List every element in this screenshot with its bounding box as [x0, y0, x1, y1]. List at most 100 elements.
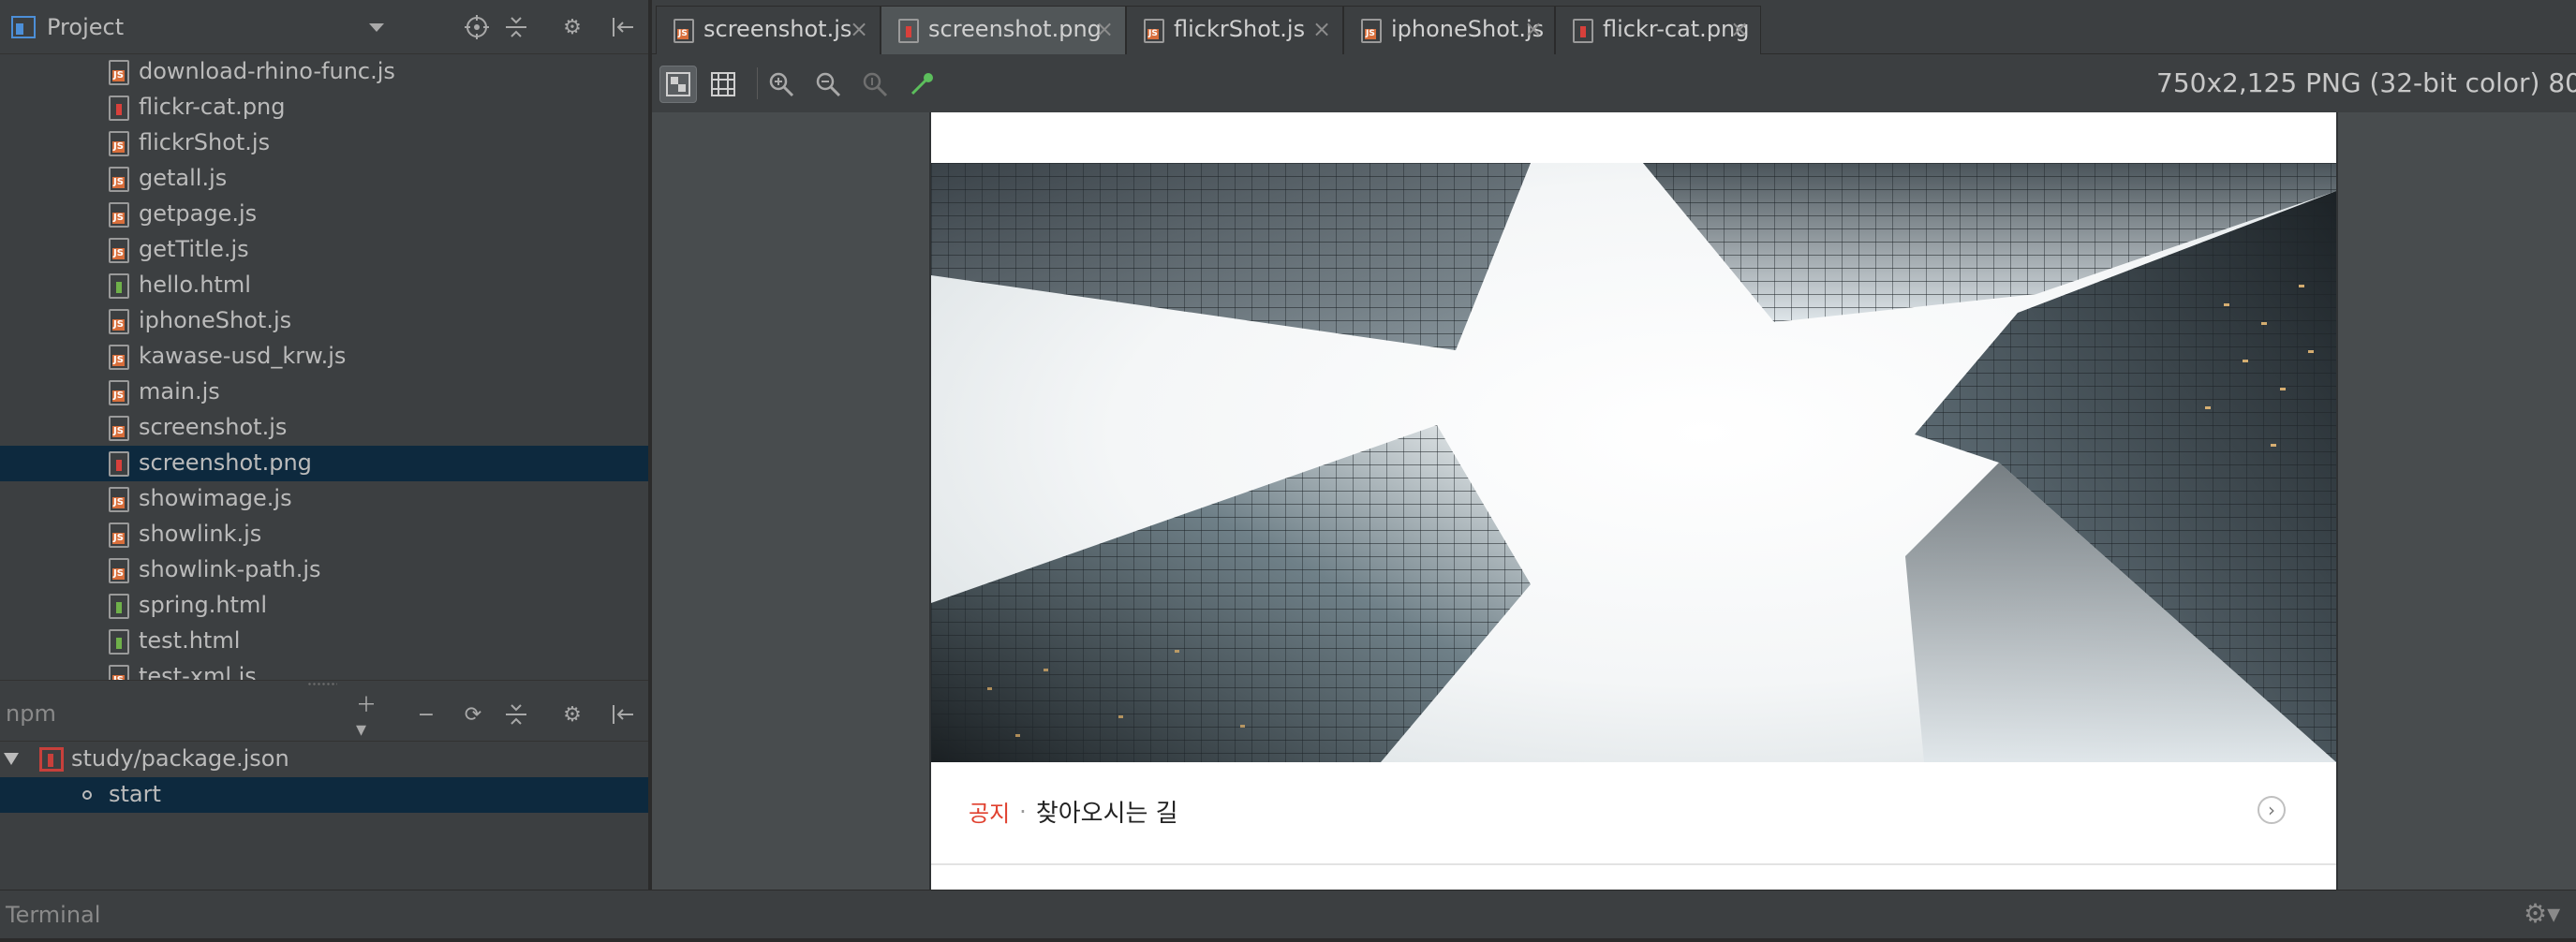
npm-script-label: start	[109, 781, 161, 807]
zoom-in-icon[interactable]	[762, 66, 800, 103]
gear-icon[interactable]: ⚙	[558, 13, 586, 41]
file-tree-item[interactable]: spring.html	[0, 588, 648, 624]
zoom-out-icon[interactable]	[809, 66, 847, 103]
file-name: flickrShot.js	[139, 129, 271, 155]
file-name: hello.html	[139, 272, 251, 298]
file-name: screenshot.png	[139, 449, 312, 476]
file-tree-item[interactable]: test.html	[0, 624, 648, 659]
project-view-selector[interactable]: Project	[11, 0, 124, 54]
js-file-icon: JS	[109, 487, 129, 512]
grip-handle[interactable]	[307, 682, 337, 686]
add-icon[interactable]: ＋▾	[356, 694, 384, 742]
js-file-icon: JS	[109, 167, 129, 192]
image-info: 750x2,125 PNG (32-bit color) 805.4	[2156, 67, 2576, 98]
background-toggle-icon[interactable]	[659, 66, 697, 103]
chevron-down-icon[interactable]	[369, 23, 384, 32]
editor-tab[interactable]: screenshot.png ×	[881, 6, 1126, 54]
file-tree-item[interactable]: JS showimage.js	[0, 481, 648, 517]
file-name: showlink-path.js	[139, 556, 321, 582]
image-preview: 공지 · 찾아오시는 길 ›	[929, 112, 2338, 890]
file-tree-item[interactable]: JS test-xml.js	[0, 659, 648, 680]
npm-panel-header: npm ＋▾ − ⟳ ⚙	[0, 687, 648, 742]
file-tree-item[interactable]: JS showlink-path.js	[0, 552, 648, 588]
hide-panel-icon[interactable]	[609, 13, 637, 41]
js-file-icon: JS	[109, 665, 129, 680]
js-file-icon: JS	[1361, 19, 1382, 43]
js-file-icon: JS	[109, 309, 129, 334]
editor-tab[interactable]: flickr-cat.png ×	[1555, 6, 1761, 54]
png-file-icon	[1573, 19, 1593, 43]
npm-package-row[interactable]: study/package.json	[0, 742, 648, 777]
file-name: iphoneShot.js	[139, 307, 292, 333]
tab-label: screenshot.js	[703, 16, 852, 42]
close-icon[interactable]: ×	[850, 16, 868, 42]
close-icon[interactable]: ×	[1312, 16, 1331, 42]
file-tree-item[interactable]: JS getpage.js	[0, 197, 648, 232]
js-file-icon: JS	[109, 558, 129, 583]
npm-tree: study/package.json start	[0, 742, 648, 882]
editor-tab[interactable]: JS iphoneShot.js ×	[1343, 6, 1555, 54]
panel-splitter[interactable]	[0, 680, 648, 687]
gear-icon[interactable]: ⚙▾	[2524, 898, 2560, 929]
file-tree-item[interactable]: JS kawase-usd_krw.js	[0, 339, 648, 375]
color-picker-icon[interactable]	[903, 66, 940, 103]
hide-panel-icon[interactable]	[609, 700, 637, 729]
image-canvas[interactable]: 공지 · 찾아오시는 길 ›	[652, 112, 2576, 890]
locate-icon[interactable]	[463, 13, 491, 41]
close-icon[interactable]: ×	[1730, 16, 1749, 42]
editor-tab[interactable]: JS flickrShot.js ×	[1126, 6, 1343, 54]
terminal-tab[interactable]: Terminal	[6, 902, 100, 928]
expand-triangle-icon[interactable]	[4, 753, 19, 765]
file-tree-item[interactable]: JS download-rhino-func.js	[0, 54, 648, 90]
editor-tab[interactable]: JS screenshot.js ×	[656, 6, 881, 54]
file-name: showlink.js	[139, 521, 262, 547]
editor-tab-bar: JS screenshot.js × screenshot.png × JS flickrS…	[652, 0, 2576, 54]
file-name: test.html	[139, 627, 241, 654]
refresh-icon[interactable]: ⟳	[459, 700, 487, 729]
tab-label: iphoneShot.js	[1391, 16, 1545, 42]
npm-package-label: study/package.json	[71, 745, 289, 772]
file-tree-item[interactable]: JS screenshot.js	[0, 410, 648, 446]
file-tree-item[interactable]: JS flickrShot.js	[0, 125, 648, 161]
project-panel-header: Project ⚙	[0, 0, 648, 54]
file-tree-item[interactable]: screenshot.png	[0, 446, 648, 481]
js-file-icon: JS	[674, 19, 694, 43]
collapse-all-icon[interactable]	[502, 13, 530, 41]
file-tree-item[interactable]: JS showlink.js	[0, 517, 648, 552]
html-file-icon	[109, 629, 129, 655]
file-tree-item[interactable]: JS getTitle.js	[0, 232, 648, 268]
npm-script-start[interactable]: start	[0, 777, 648, 813]
notice-row[interactable]: 공지 · 찾아오시는 길	[969, 794, 1178, 829]
file-name: spring.html	[139, 592, 268, 618]
notice-separator: ·	[1019, 798, 1027, 825]
js-file-icon: JS	[109, 523, 129, 548]
file-name: flickr-cat.png	[139, 94, 286, 120]
toolbar-separator	[757, 67, 758, 99]
png-file-icon	[109, 96, 129, 121]
gear-icon[interactable]: ⚙	[558, 700, 586, 729]
image-editor-toolbar: 750x2,125 PNG (32-bit color) 805.4	[652, 54, 2576, 112]
file-tree-item[interactable]: flickr-cat.png	[0, 90, 648, 125]
grid-toggle-icon[interactable]	[704, 66, 742, 103]
file-tree-item[interactable]: JS main.js	[0, 375, 648, 410]
js-file-icon: JS	[1144, 19, 1164, 43]
file-tree-item[interactable]: JS getall.js	[0, 161, 648, 197]
js-file-icon: JS	[109, 131, 129, 156]
js-file-icon: JS	[109, 380, 129, 405]
file-tree-item[interactable]: hello.html	[0, 268, 648, 303]
close-icon[interactable]: ×	[1524, 16, 1543, 42]
caption-divider	[931, 863, 2336, 865]
tab-label: flickrShot.js	[1174, 16, 1306, 42]
npm-panel-title: npm	[6, 700, 56, 727]
js-file-icon: JS	[109, 416, 129, 441]
file-name: kawase-usd_krw.js	[139, 343, 347, 369]
tab-label: flickr-cat.png	[1603, 16, 1750, 42]
collapse-all-icon[interactable]	[502, 700, 530, 729]
close-icon[interactable]: ×	[1095, 16, 1114, 42]
chevron-right-icon[interactable]: ›	[2258, 796, 2286, 824]
file-tree-item[interactable]: JS iphoneShot.js	[0, 303, 648, 339]
remove-icon[interactable]: −	[412, 700, 440, 729]
actual-size-icon[interactable]	[856, 66, 894, 103]
file-name: screenshot.js	[139, 414, 288, 440]
html-file-icon	[109, 594, 129, 619]
